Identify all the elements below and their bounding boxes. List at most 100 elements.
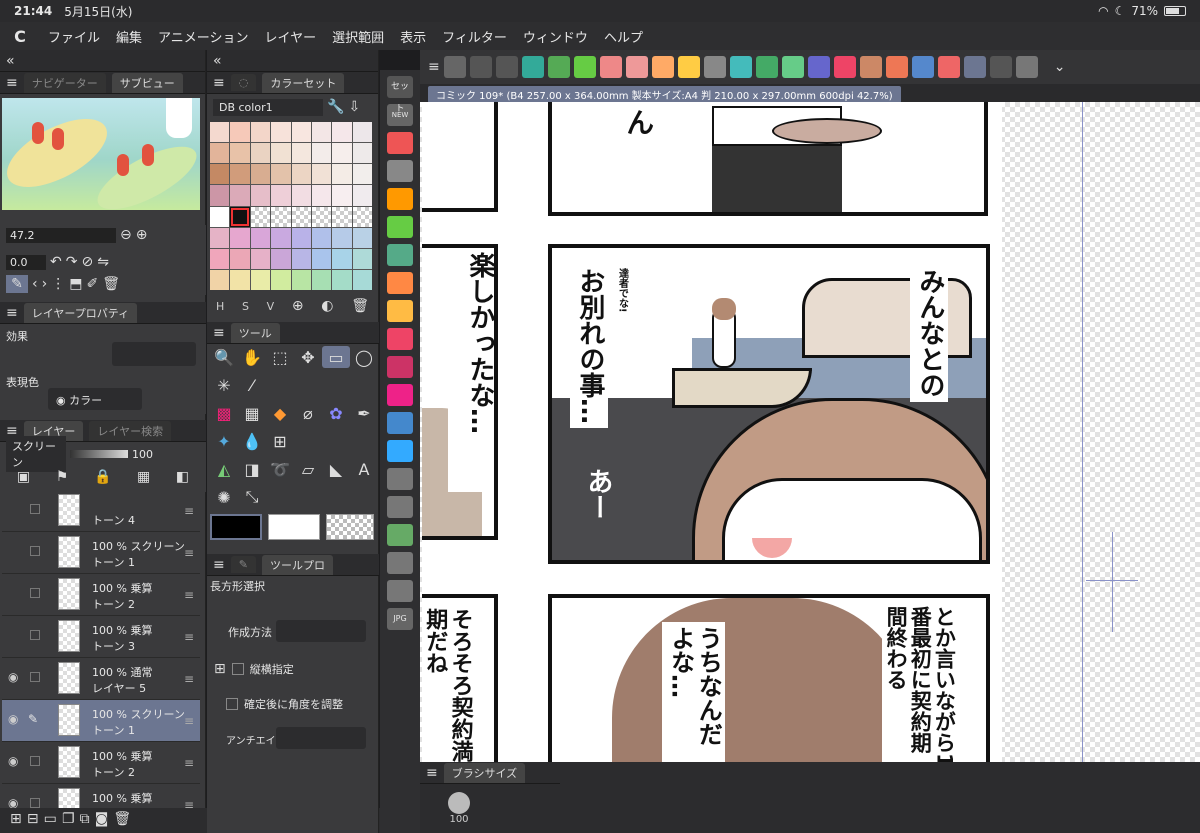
open-icon[interactable] [443,56,466,78]
tab-subview[interactable]: サブビュー [111,72,183,93]
color-swatch[interactable] [311,143,332,164]
select-all-icon[interactable] [469,56,492,78]
eye-icon[interactable]: ◉ [8,754,22,768]
color-swatch[interactable] [352,143,372,164]
eye-icon[interactable]: ◉ [8,670,22,684]
color-swatch[interactable] [271,206,291,227]
hamburger-icon[interactable]: ≡ [428,58,440,76]
collapse-middle-icon[interactable]: « [213,52,222,70]
color-swatch[interactable] [352,206,372,227]
menu-handle-icon[interactable]: ≡ [213,324,225,342]
color-swatch[interactable] [271,164,291,185]
color-swatch[interactable] [352,227,372,248]
layer-clip-icon[interactable]: ▣ [17,468,30,486]
redo-icon[interactable] [387,244,413,266]
effect-buttons[interactable] [112,342,196,366]
color-swatch[interactable] [250,248,271,269]
layer-lock-box[interactable] [30,756,40,766]
method-buttons[interactable] [276,620,366,642]
object-tool-icon[interactable]: ⬚ [266,346,294,368]
color-swatch[interactable] [352,185,372,206]
color-swatch[interactable] [230,143,250,164]
transform-icon[interactable] [387,272,413,294]
color-swatch[interactable] [230,122,250,143]
color-swatch[interactable] [352,248,372,269]
menu-handle-icon[interactable]: ≡ [426,764,438,782]
lock-icon[interactable]: 🔒 [94,468,111,486]
rotate-left-icon[interactable]: ↶ [50,253,62,271]
layer-lock-box[interactable] [30,546,40,556]
menu-handle-icon[interactable]: ≡ [213,74,225,92]
trash-icon[interactable]: 🗑 [351,297,369,315]
settings-icon[interactable] [387,580,413,602]
watercolor-icon[interactable] [859,56,882,78]
expand-icon[interactable]: ⊞ [214,660,226,678]
color-swatch[interactable] [271,122,291,143]
layer-row[interactable]: トーン 4 ≡ [2,490,200,532]
color-swatch[interactable] [332,164,352,185]
color-swatch[interactable] [230,227,250,248]
color-swatch[interactable] [210,185,230,206]
drag-handle-icon[interactable]: ≡ [184,714,194,728]
pattern-tool-icon[interactable]: ▩ [210,402,238,424]
color-swatch[interactable] [271,248,291,269]
sub-color-swatch[interactable] [268,514,320,540]
pattern-icon[interactable] [387,384,413,406]
set-label[interactable]: セット [387,76,413,114]
drag-handle-icon[interactable]: ≡ [184,546,194,560]
hidden-eye-icon[interactable] [8,544,22,558]
figure-tool-icon[interactable]: ◭ [210,458,238,480]
tone-icon[interactable] [833,56,856,78]
color-swatch[interactable] [332,122,352,143]
layer-lock-box[interactable] [30,630,40,640]
jpg-icon[interactable]: JPG [387,608,413,630]
merge-icon[interactable]: ⧉ [80,810,90,828]
new-folder-icon[interactable]: ▭ [44,810,57,828]
chevron-down-icon[interactable]: ⌄ [1054,58,1066,76]
import-icon[interactable]: ⬒ [69,275,82,293]
color-swatch[interactable] [250,206,271,227]
correct-line-tool-icon[interactable]: ⤡ [238,486,266,508]
drag-handle-icon[interactable]: ≡ [184,504,194,518]
layer-lock-box[interactable] [30,672,40,682]
decoration-tool-icon[interactable]: ✿ [322,402,350,424]
flip-icon[interactable]: ⇋ [97,253,109,271]
color-swatch[interactable] [332,206,352,227]
menu-file[interactable]: ファイル [40,27,108,46]
color-swatch[interactable] [332,248,352,269]
color-swatch[interactable] [291,269,311,290]
layer-row[interactable]: 100 % スクリーン トーン 1 ≡ [2,532,200,574]
menu-handle-icon[interactable]: ≡ [6,304,18,322]
menu-edit[interactable]: 編集 [108,27,150,46]
tab-tool[interactable]: ツール [230,322,280,343]
tab-color-set[interactable]: カラーセット [262,72,345,93]
move-tool-icon[interactable]: ✥ [294,346,322,368]
clear-icon[interactable] [387,328,413,350]
rotation-field[interactable]: 0.0 [6,254,46,270]
tone-tool-icon[interactable]: ▦ [238,402,266,424]
tab-color-wheel[interactable]: ◌ [230,74,257,91]
hsv-h-label[interactable]: H [216,300,224,313]
bucket-icon[interactable] [1015,56,1038,78]
color-swatch[interactable] [210,122,230,143]
zoom-tool-icon[interactable]: 🔍 [210,346,238,368]
layer-row[interactable]: 100 % 乗算 トーン 3 ≡ [2,616,200,658]
drag-handle-icon[interactable]: ≡ [184,672,194,686]
opacity-value[interactable]: 100 [132,448,153,461]
blend-mode-select[interactable]: スクリーン [6,436,66,472]
drag-handle-icon[interactable]: ≡ [184,630,194,644]
expression-select[interactable]: ◉ カラー [48,388,142,410]
layer-lock-box[interactable] [30,588,40,598]
color-swatch[interactable] [271,143,291,164]
eraser-icon[interactable] [703,56,726,78]
color-swatch[interactable] [291,185,311,206]
transform-icon[interactable] [495,56,518,78]
mask-add-icon[interactable]: ◙ [95,810,109,828]
color-swatch[interactable] [291,122,311,143]
color-swatch[interactable] [271,269,291,290]
material-icon[interactable] [387,132,413,154]
gradient-tool-icon[interactable]: ◨ [238,458,266,480]
hide-selection-icon[interactable] [521,56,544,78]
color-swatch[interactable] [250,269,271,290]
eraser-tool-icon[interactable]: ⌀ [294,402,322,424]
